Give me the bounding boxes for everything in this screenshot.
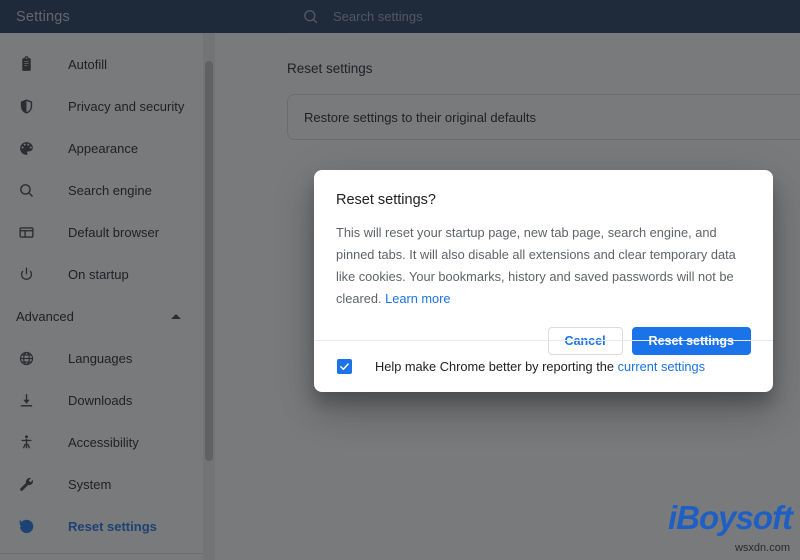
dialog-title: Reset settings?	[336, 192, 751, 208]
report-settings-label: Help make Chrome better by reporting the…	[375, 359, 705, 374]
watermark-site: wsxdn.com	[735, 542, 790, 554]
watermark-brand: iBoysoft	[668, 501, 792, 534]
settings-page: Settings Search settings Autofill	[0, 0, 800, 560]
learn-more-link[interactable]: Learn more	[385, 291, 450, 306]
current-settings-link[interactable]: current settings	[618, 359, 706, 374]
dialog-footer: Help make Chrome better by reporting the…	[314, 340, 773, 392]
dialog-description: This will reset your startup page, new t…	[336, 222, 751, 310]
dialog-body: Reset settings? This will reset your sta…	[314, 170, 773, 310]
reset-settings-dialog: Reset settings? This will reset your sta…	[314, 170, 773, 392]
report-settings-text: Help make Chrome better by reporting the	[375, 359, 618, 374]
report-settings-checkbox[interactable]	[337, 359, 352, 374]
